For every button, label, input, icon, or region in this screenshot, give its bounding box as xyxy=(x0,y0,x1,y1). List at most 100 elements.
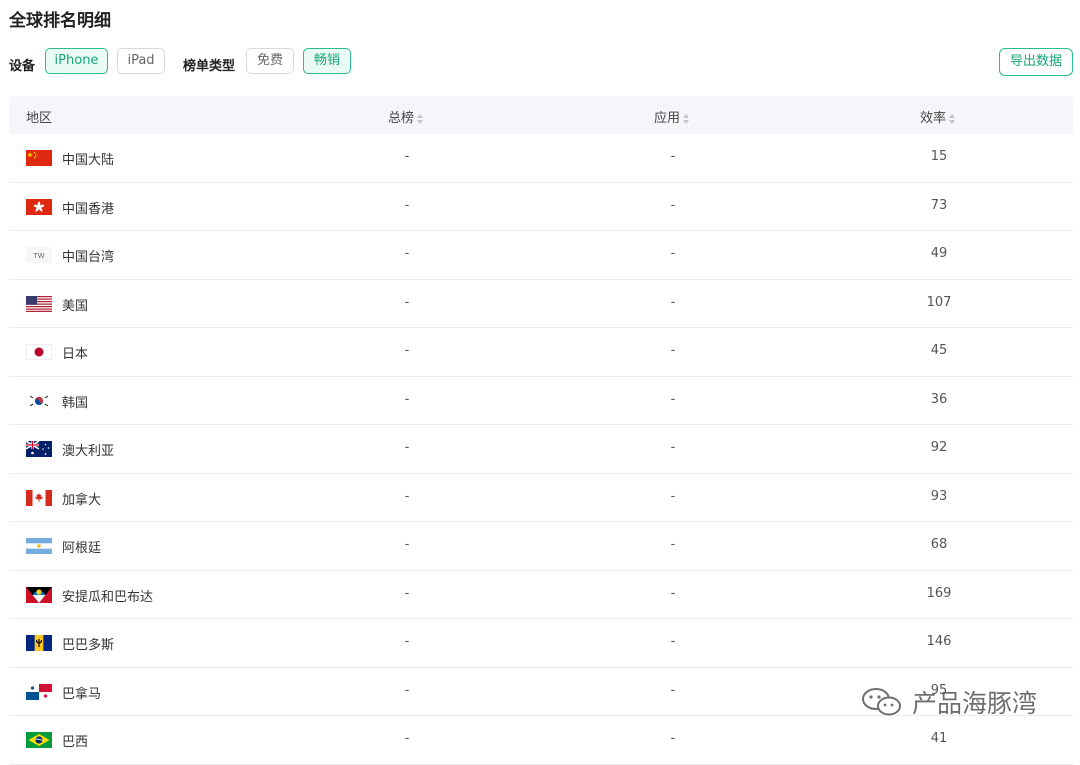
overall-rank: - xyxy=(404,634,410,649)
apps-rank: - xyxy=(670,197,676,213)
table-row[interactable]: 韩国 - - 36 xyxy=(9,377,1073,425)
overall-rank: - xyxy=(404,294,410,310)
apps-rank: - xyxy=(670,391,676,407)
watermark-text: 产品海豚湾 xyxy=(911,689,1037,718)
apps-rank: - xyxy=(670,585,676,601)
overall-rank: - xyxy=(404,197,410,213)
header-apps-label: 应用 xyxy=(654,111,681,126)
apps-rank: - xyxy=(670,440,676,455)
chart-type-label: 榜单类型 xyxy=(183,59,236,74)
overall-rank: - xyxy=(404,537,410,552)
apps-rank: - xyxy=(670,246,676,261)
chart-type-free-button[interactable]: 免费 xyxy=(246,48,294,74)
overall-rank: - xyxy=(404,391,410,407)
apps-rank: - xyxy=(670,634,676,649)
antigua-flag xyxy=(26,586,52,603)
overall-rank: - xyxy=(404,731,410,746)
export-data-button[interactable]: 导出数据 xyxy=(999,48,1073,76)
wechat-icon xyxy=(862,688,901,716)
overall-rank: - xyxy=(404,585,410,601)
efficiency-rank: 45 xyxy=(930,343,948,358)
header-overall[interactable]: 总榜 xyxy=(388,107,424,126)
overall-rank: - xyxy=(404,488,410,504)
table-row[interactable]: 澳大利亚 - - 92 xyxy=(9,425,1073,474)
chart-type-grossing-button[interactable]: 畅销 xyxy=(303,48,351,74)
device-ipad-button[interactable]: iPad xyxy=(117,48,165,74)
region-name: 中国香港 xyxy=(62,201,115,217)
region-name: 中国大陆 xyxy=(62,153,115,168)
sort-icon[interactable] xyxy=(417,113,424,124)
table-row[interactable]: TW 中国台湾 - - 49 xyxy=(9,231,1073,280)
efficiency-rank: 93 xyxy=(930,488,948,504)
region-name: 日本 xyxy=(62,347,89,362)
hong-kong-flag xyxy=(26,198,52,215)
table-header: 地区 总榜 应用 效率 xyxy=(9,96,1073,134)
overall-rank: - xyxy=(404,149,410,164)
barbados-flag xyxy=(26,635,52,651)
region-name: 澳大利亚 xyxy=(62,444,115,459)
table-body: 中国大陆 - - 15 中国香港 - - 73 TW 中国台湾 - - 49 美国 - - 107 日本 - - 45 韩… xyxy=(9,134,1073,765)
apps-rank: - xyxy=(670,149,676,164)
sort-icon[interactable] xyxy=(683,113,690,124)
efficiency-rank: 107 xyxy=(926,294,952,310)
brazil-flag xyxy=(26,732,52,748)
watermark: 产品海豚湾 xyxy=(860,684,1037,724)
region-name: 安提瓜和巴布达 xyxy=(62,589,154,605)
china-flag xyxy=(26,150,52,166)
region-name: 中国台湾 xyxy=(62,250,115,265)
table-row[interactable]: 中国香港 - - 73 xyxy=(9,183,1073,231)
efficiency-rank: 73 xyxy=(930,197,948,213)
overall-rank: - xyxy=(404,343,410,358)
table-row[interactable]: 安提瓜和巴布达 - - 169 xyxy=(9,571,1073,619)
table-row[interactable]: 美国 - - 107 xyxy=(9,280,1073,328)
table-row[interactable]: 中国大陆 - - 15 xyxy=(9,134,1073,183)
apps-rank: - xyxy=(670,294,676,310)
table-row[interactable]: 日本 - - 45 xyxy=(9,328,1073,377)
apps-rank: - xyxy=(670,488,676,504)
region-name: 巴西 xyxy=(62,735,89,750)
header-efficiency[interactable]: 效率 xyxy=(920,107,956,126)
table-row[interactable]: 加拿大 - - 93 xyxy=(9,474,1073,522)
argentina-flag xyxy=(26,538,52,554)
efficiency-rank: 68 xyxy=(930,537,948,552)
efficiency-rank: 169 xyxy=(926,585,952,601)
korea-flag xyxy=(26,392,52,409)
page-title: 全球排名明细 xyxy=(9,11,111,31)
table-row[interactable]: 阿根廷 - - 68 xyxy=(9,522,1073,571)
ranking-table: 地区 总榜 应用 效率 中国大陆 - - 15 中国香港 - - 73 TW 中国台湾 - - 49 美国… xyxy=(9,96,1073,765)
efficiency-rank: 15 xyxy=(930,149,948,164)
apps-rank: - xyxy=(670,537,676,552)
apps-rank: - xyxy=(670,343,676,358)
header-apps[interactable]: 应用 xyxy=(654,107,690,126)
header-efficiency-label: 效率 xyxy=(920,111,947,126)
canada-flag xyxy=(26,489,52,506)
header-overall-label: 总榜 xyxy=(388,111,415,126)
apps-rank: - xyxy=(670,682,676,698)
panama-flag xyxy=(26,683,52,700)
usa-flag xyxy=(26,295,52,312)
australia-flag xyxy=(26,441,52,457)
efficiency-rank: 146 xyxy=(926,634,952,649)
apps-rank: - xyxy=(670,731,676,746)
efficiency-rank: 41 xyxy=(930,731,948,746)
region-name: 巴拿马 xyxy=(62,686,102,702)
table-row[interactable]: 巴巴多斯 - - 146 xyxy=(9,619,1073,668)
overall-rank: - xyxy=(404,440,410,455)
efficiency-rank: 36 xyxy=(930,391,948,407)
device-iphone-button[interactable]: iPhone xyxy=(45,48,108,74)
filter-bar: 设备 iPhone iPad 榜单类型 免费 畅销 导出数据 xyxy=(9,48,1073,78)
sort-icon[interactable] xyxy=(949,113,956,124)
region-name: 美国 xyxy=(62,298,89,314)
region-name: 加拿大 xyxy=(62,492,102,508)
region-name: 阿根廷 xyxy=(62,541,102,556)
header-region: 地区 xyxy=(26,111,53,126)
region-name: 巴巴多斯 xyxy=(62,638,115,653)
japan-flag xyxy=(26,344,52,360)
taiwan-flag: TW xyxy=(26,247,52,263)
device-label: 设备 xyxy=(9,59,36,74)
region-name: 韩国 xyxy=(62,395,89,411)
overall-rank: - xyxy=(404,246,410,261)
efficiency-rank: 92 xyxy=(930,440,948,455)
overall-rank: - xyxy=(404,682,410,698)
svg-text:TW: TW xyxy=(32,252,44,260)
